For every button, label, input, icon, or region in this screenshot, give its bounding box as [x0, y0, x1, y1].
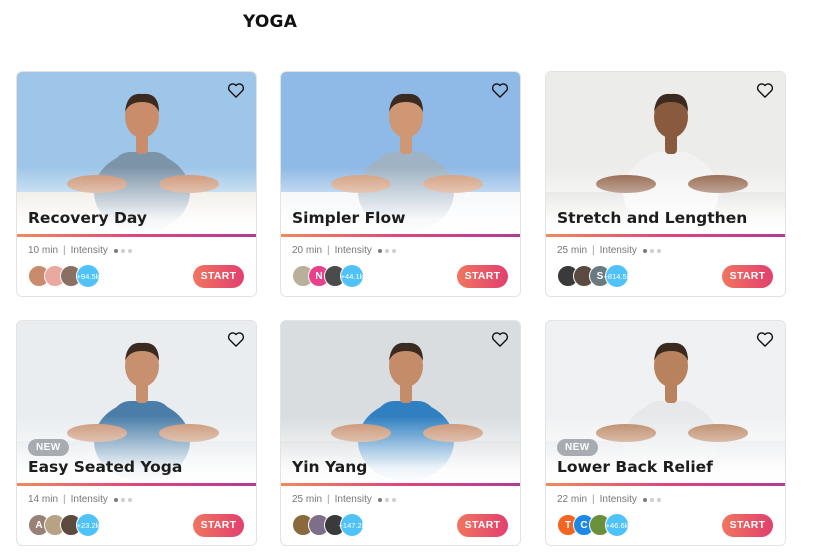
- workout-meta: 25 min | Intensity: [292, 494, 396, 505]
- intensity-label: Intensity: [334, 245, 372, 256]
- meta-separator: |: [592, 494, 595, 505]
- start-button[interactable]: START: [457, 514, 508, 537]
- workout-title: Lower Back Relief: [557, 458, 713, 476]
- workout-thumbnail[interactable]: Recovery Day: [17, 72, 256, 237]
- new-badge: NEW: [28, 439, 69, 456]
- favorite-heart-icon[interactable]: [490, 80, 510, 100]
- workout-title: Yin Yang: [292, 458, 368, 476]
- workout-card-2[interactable]: Simpler Flow 20 min | Intensity N +44.1k …: [280, 71, 521, 297]
- workout-card-1[interactable]: Recovery Day 10 min | Intensity +94.5k S…: [16, 71, 257, 297]
- intensity-dots: [377, 497, 396, 502]
- participant-count: +814.5k: [604, 264, 630, 288]
- workout-meta: 25 min | Intensity: [557, 245, 661, 256]
- participant-avatars: T C +46.6k: [557, 513, 629, 537]
- favorite-heart-icon[interactable]: [755, 80, 775, 100]
- participant-count: +94.5k: [76, 264, 100, 288]
- intensity-dot: [113, 248, 118, 253]
- workout-thumbnail[interactable]: NEW Lower Back Relief: [546, 321, 785, 486]
- workout-title: Recovery Day: [28, 209, 147, 227]
- participant-avatars: +94.5k: [28, 264, 100, 288]
- workout-thumbnail[interactable]: Yin Yang: [281, 321, 520, 486]
- meta-separator: |: [63, 245, 66, 256]
- intensity-dot: [120, 248, 125, 253]
- card-accent-bar: [17, 234, 256, 237]
- workout-duration: 14 min: [28, 494, 59, 505]
- intensity-dot: [377, 248, 382, 253]
- intensity-label: Intensity: [599, 245, 637, 256]
- workout-meta: 14 min | Intensity: [28, 494, 132, 505]
- intensity-label: Intensity: [599, 494, 637, 505]
- participant-count: +147.2k: [339, 513, 365, 537]
- intensity-dot: [384, 497, 389, 502]
- meta-separator: |: [327, 494, 330, 505]
- workout-duration: 25 min: [292, 494, 323, 505]
- workout-title: Stretch and Lengthen: [557, 209, 748, 227]
- workout-title: Simpler Flow: [292, 209, 406, 227]
- participant-avatars: S +814.5k: [557, 264, 630, 288]
- participant-count: +23.2k: [76, 513, 100, 537]
- workout-thumbnail[interactable]: NEW Easy Seated Yoga: [17, 321, 256, 486]
- card-accent-bar: [17, 483, 256, 486]
- start-button[interactable]: START: [722, 265, 773, 288]
- workout-meta: 22 min | Intensity: [557, 494, 661, 505]
- workout-duration: 25 min: [557, 245, 588, 256]
- intensity-label: Intensity: [70, 494, 108, 505]
- workout-card-4[interactable]: NEW Easy Seated Yoga 14 min | Intensity …: [16, 320, 257, 546]
- intensity-dot: [391, 497, 396, 502]
- intensity-dot: [384, 248, 389, 253]
- meta-separator: |: [592, 245, 595, 256]
- start-button[interactable]: START: [193, 265, 244, 288]
- intensity-label: Intensity: [334, 494, 372, 505]
- participant-avatars: N +44.1k: [292, 264, 364, 288]
- intensity-dot: [656, 248, 661, 253]
- start-button[interactable]: START: [457, 265, 508, 288]
- intensity-dots: [113, 497, 132, 502]
- participant-count: +44.1k: [340, 264, 364, 288]
- workout-thumbnail[interactable]: Simpler Flow: [281, 72, 520, 237]
- card-accent-bar: [546, 234, 785, 237]
- meta-separator: |: [327, 245, 330, 256]
- intensity-dot: [391, 248, 396, 253]
- favorite-heart-icon[interactable]: [490, 329, 510, 349]
- start-button[interactable]: START: [722, 514, 773, 537]
- workout-card-3[interactable]: Stretch and Lengthen 25 min | Intensity …: [545, 71, 786, 297]
- page-title: YOGA: [243, 12, 298, 32]
- meta-separator: |: [63, 494, 66, 505]
- intensity-dot: [656, 497, 661, 502]
- favorite-heart-icon[interactable]: [226, 80, 246, 100]
- card-accent-bar: [281, 234, 520, 237]
- intensity-dot: [120, 497, 125, 502]
- favorite-heart-icon[interactable]: [226, 329, 246, 349]
- workout-duration: 10 min: [28, 245, 59, 256]
- intensity-dots: [642, 497, 661, 502]
- intensity-dot: [127, 497, 132, 502]
- card-accent-bar: [546, 483, 785, 486]
- intensity-dot: [649, 497, 654, 502]
- intensity-dot: [113, 497, 118, 502]
- intensity-dots: [113, 248, 132, 253]
- workout-meta: 20 min | Intensity: [292, 245, 396, 256]
- intensity-dot: [642, 248, 647, 253]
- workout-duration: 20 min: [292, 245, 323, 256]
- intensity-label: Intensity: [70, 245, 108, 256]
- participant-avatars: +147.2k: [292, 513, 365, 537]
- participant-count: +46.6k: [605, 513, 629, 537]
- card-accent-bar: [281, 483, 520, 486]
- favorite-heart-icon[interactable]: [755, 329, 775, 349]
- intensity-dot: [377, 497, 382, 502]
- intensity-dots: [642, 248, 661, 253]
- workout-card-5[interactable]: Yin Yang 25 min | Intensity +147.2k STAR…: [280, 320, 521, 546]
- intensity-dot: [127, 248, 132, 253]
- intensity-dot: [649, 248, 654, 253]
- workout-card-6[interactable]: NEW Lower Back Relief 22 min | Intensity…: [545, 320, 786, 546]
- workout-title: Easy Seated Yoga: [28, 458, 183, 476]
- start-button[interactable]: START: [193, 514, 244, 537]
- intensity-dots: [377, 248, 396, 253]
- workout-thumbnail[interactable]: Stretch and Lengthen: [546, 72, 785, 237]
- participant-avatars: A +23.2k: [28, 513, 100, 537]
- workout-duration: 22 min: [557, 494, 588, 505]
- intensity-dot: [642, 497, 647, 502]
- workout-meta: 10 min | Intensity: [28, 245, 132, 256]
- new-badge: NEW: [557, 439, 598, 456]
